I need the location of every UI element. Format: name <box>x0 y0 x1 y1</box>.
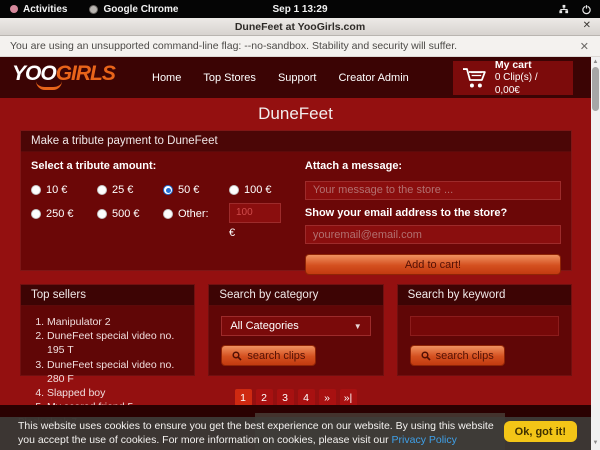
page-button-1[interactable]: 1 <box>235 389 252 406</box>
page-button-2[interactable]: 2 <box>256 389 273 406</box>
amount-option-100[interactable]: 100 € <box>229 184 295 196</box>
radio-icon[interactable] <box>31 185 41 195</box>
radio-checked-icon[interactable] <box>163 185 173 195</box>
radio-icon[interactable] <box>163 209 173 219</box>
scroll-down-icon[interactable]: ▼ <box>591 438 600 448</box>
message-label: Attach a message: <box>305 160 561 172</box>
top-seller-item[interactable]: DuneFeet special video no. 280 F <box>47 358 194 386</box>
amount-option-25[interactable]: 25 € <box>97 184 163 196</box>
warning-close-icon[interactable]: ✕ <box>580 40 589 53</box>
cookie-consent-bar: This website uses cookies to ensure you … <box>0 417 591 450</box>
scrollbar-thumb[interactable] <box>592 67 599 111</box>
search-keyword-panel: Search by keyword search clips <box>397 284 572 376</box>
top-seller-item[interactable]: Slapped boy <box>47 386 194 400</box>
email-input[interactable] <box>305 225 561 244</box>
amount-option-10[interactable]: 10 € <box>31 184 97 196</box>
radio-icon[interactable] <box>31 209 41 219</box>
page-button-4[interactable]: 4 <box>298 389 315 406</box>
site-header: YOOGIRLS Home Top Stores Support Creator… <box>0 57 591 98</box>
site-content: YOOGIRLS Home Top Stores Support Creator… <box>0 57 591 450</box>
search-keyword-header: Search by keyword <box>398 285 571 306</box>
warning-text: You are using an unsupported command-lin… <box>10 40 457 52</box>
category-select[interactable]: All Categories ▼ <box>221 316 370 336</box>
nav-item-support[interactable]: Support <box>278 72 317 84</box>
scrollbar[interactable]: ▲ ▼ <box>591 57 600 450</box>
cart-icon <box>461 66 487 90</box>
amount-option-500[interactable]: 500 € <box>97 208 163 239</box>
amount-label: Select a tribute amount: <box>31 160 297 172</box>
logo-text-girls: GIRLS <box>56 62 115 85</box>
screen: Activities Google Chrome Sep 1 13:29 <box>0 0 600 450</box>
radio-icon[interactable] <box>97 209 107 219</box>
top-sellers-panel: Top sellers Manipulator 2 DuneFeet speci… <box>20 284 195 376</box>
currency-label: € <box>229 227 295 239</box>
page-button-last[interactable]: »| <box>340 389 357 406</box>
cart-summary: 0 Clip(s) / 0,00€ <box>495 72 565 97</box>
my-cart-widget[interactable]: My cart 0 Clip(s) / 0,00€ <box>453 61 573 95</box>
page-button-3[interactable]: 3 <box>277 389 294 406</box>
other-amount-input[interactable] <box>229 203 281 223</box>
window-title: DuneFeet at YooGirls.com <box>235 21 365 33</box>
amount-option-50-selected[interactable]: 50 € <box>163 184 229 196</box>
search-category-header: Search by category <box>209 285 382 306</box>
radio-icon[interactable] <box>97 185 107 195</box>
search-icon <box>232 351 242 361</box>
search-category-panel: Search by category All Categories ▼ sear… <box>208 284 383 376</box>
email-label: Show your email address to the store? <box>305 207 561 219</box>
cart-title: My cart <box>495 59 565 72</box>
browser-warning-bar: You are using an unsupported command-lin… <box>0 36 600 57</box>
search-icon <box>421 351 431 361</box>
scroll-up-icon[interactable]: ▲ <box>591 57 600 67</box>
desktop-top-bar: Activities Google Chrome Sep 1 13:29 <box>0 0 600 18</box>
top-sellers-list: Manipulator 2 DuneFeet special video no.… <box>47 315 194 414</box>
top-seller-item[interactable]: Manipulator 2 <box>47 315 194 329</box>
bottom-panels: Top sellers Manipulator 2 DuneFeet speci… <box>20 284 572 376</box>
main-nav: Home Top Stores Support Creator Admin <box>152 57 409 98</box>
power-icon[interactable] <box>581 4 592 15</box>
page-button-next[interactable]: » <box>319 389 336 406</box>
amount-option-other[interactable]: Other: <box>163 208 229 239</box>
clock[interactable]: Sep 1 13:29 <box>0 4 600 15</box>
chevron-down-icon: ▼ <box>354 322 362 331</box>
logo-smile-icon <box>36 81 62 90</box>
window-title-bar[interactable]: DuneFeet at YooGirls.com ✕ <box>0 18 600 36</box>
privacy-policy-link[interactable]: Privacy Policy <box>392 434 457 446</box>
site-logo[interactable]: YOOGIRLS <box>12 62 115 86</box>
nav-item-creator-admin[interactable]: Creator Admin <box>338 72 408 84</box>
keyword-input[interactable] <box>410 316 559 336</box>
cookie-accept-button[interactable]: Ok, got it! <box>504 421 577 442</box>
category-selected-value: All Categories <box>230 320 298 332</box>
top-sellers-header: Top sellers <box>21 285 194 306</box>
search-clips-keyword-button[interactable]: search clips <box>410 345 505 366</box>
add-to-cart-button[interactable]: Add to cart! <box>305 254 561 275</box>
tribute-panel-header: Make a tribute payment to DuneFeet <box>21 131 571 152</box>
nav-item-home[interactable]: Home <box>152 72 181 84</box>
radio-icon[interactable] <box>229 185 239 195</box>
page-title: DuneFeet <box>0 104 591 124</box>
browser-viewport: YOOGIRLS Home Top Stores Support Creator… <box>0 57 600 450</box>
amount-options: 10 € 25 € 50 € <box>31 184 297 239</box>
nav-item-top-stores[interactable]: Top Stores <box>203 72 256 84</box>
tribute-panel: Make a tribute payment to DuneFeet Selec… <box>20 130 572 271</box>
network-icon[interactable] <box>558 4 569 15</box>
message-input[interactable] <box>305 181 561 200</box>
search-clips-category-button[interactable]: search clips <box>221 345 316 366</box>
amount-option-250[interactable]: 250 € <box>31 208 97 239</box>
top-seller-item[interactable]: DuneFeet special video no. 195 T <box>47 329 194 357</box>
window-close-icon[interactable]: ✕ <box>583 20 591 31</box>
